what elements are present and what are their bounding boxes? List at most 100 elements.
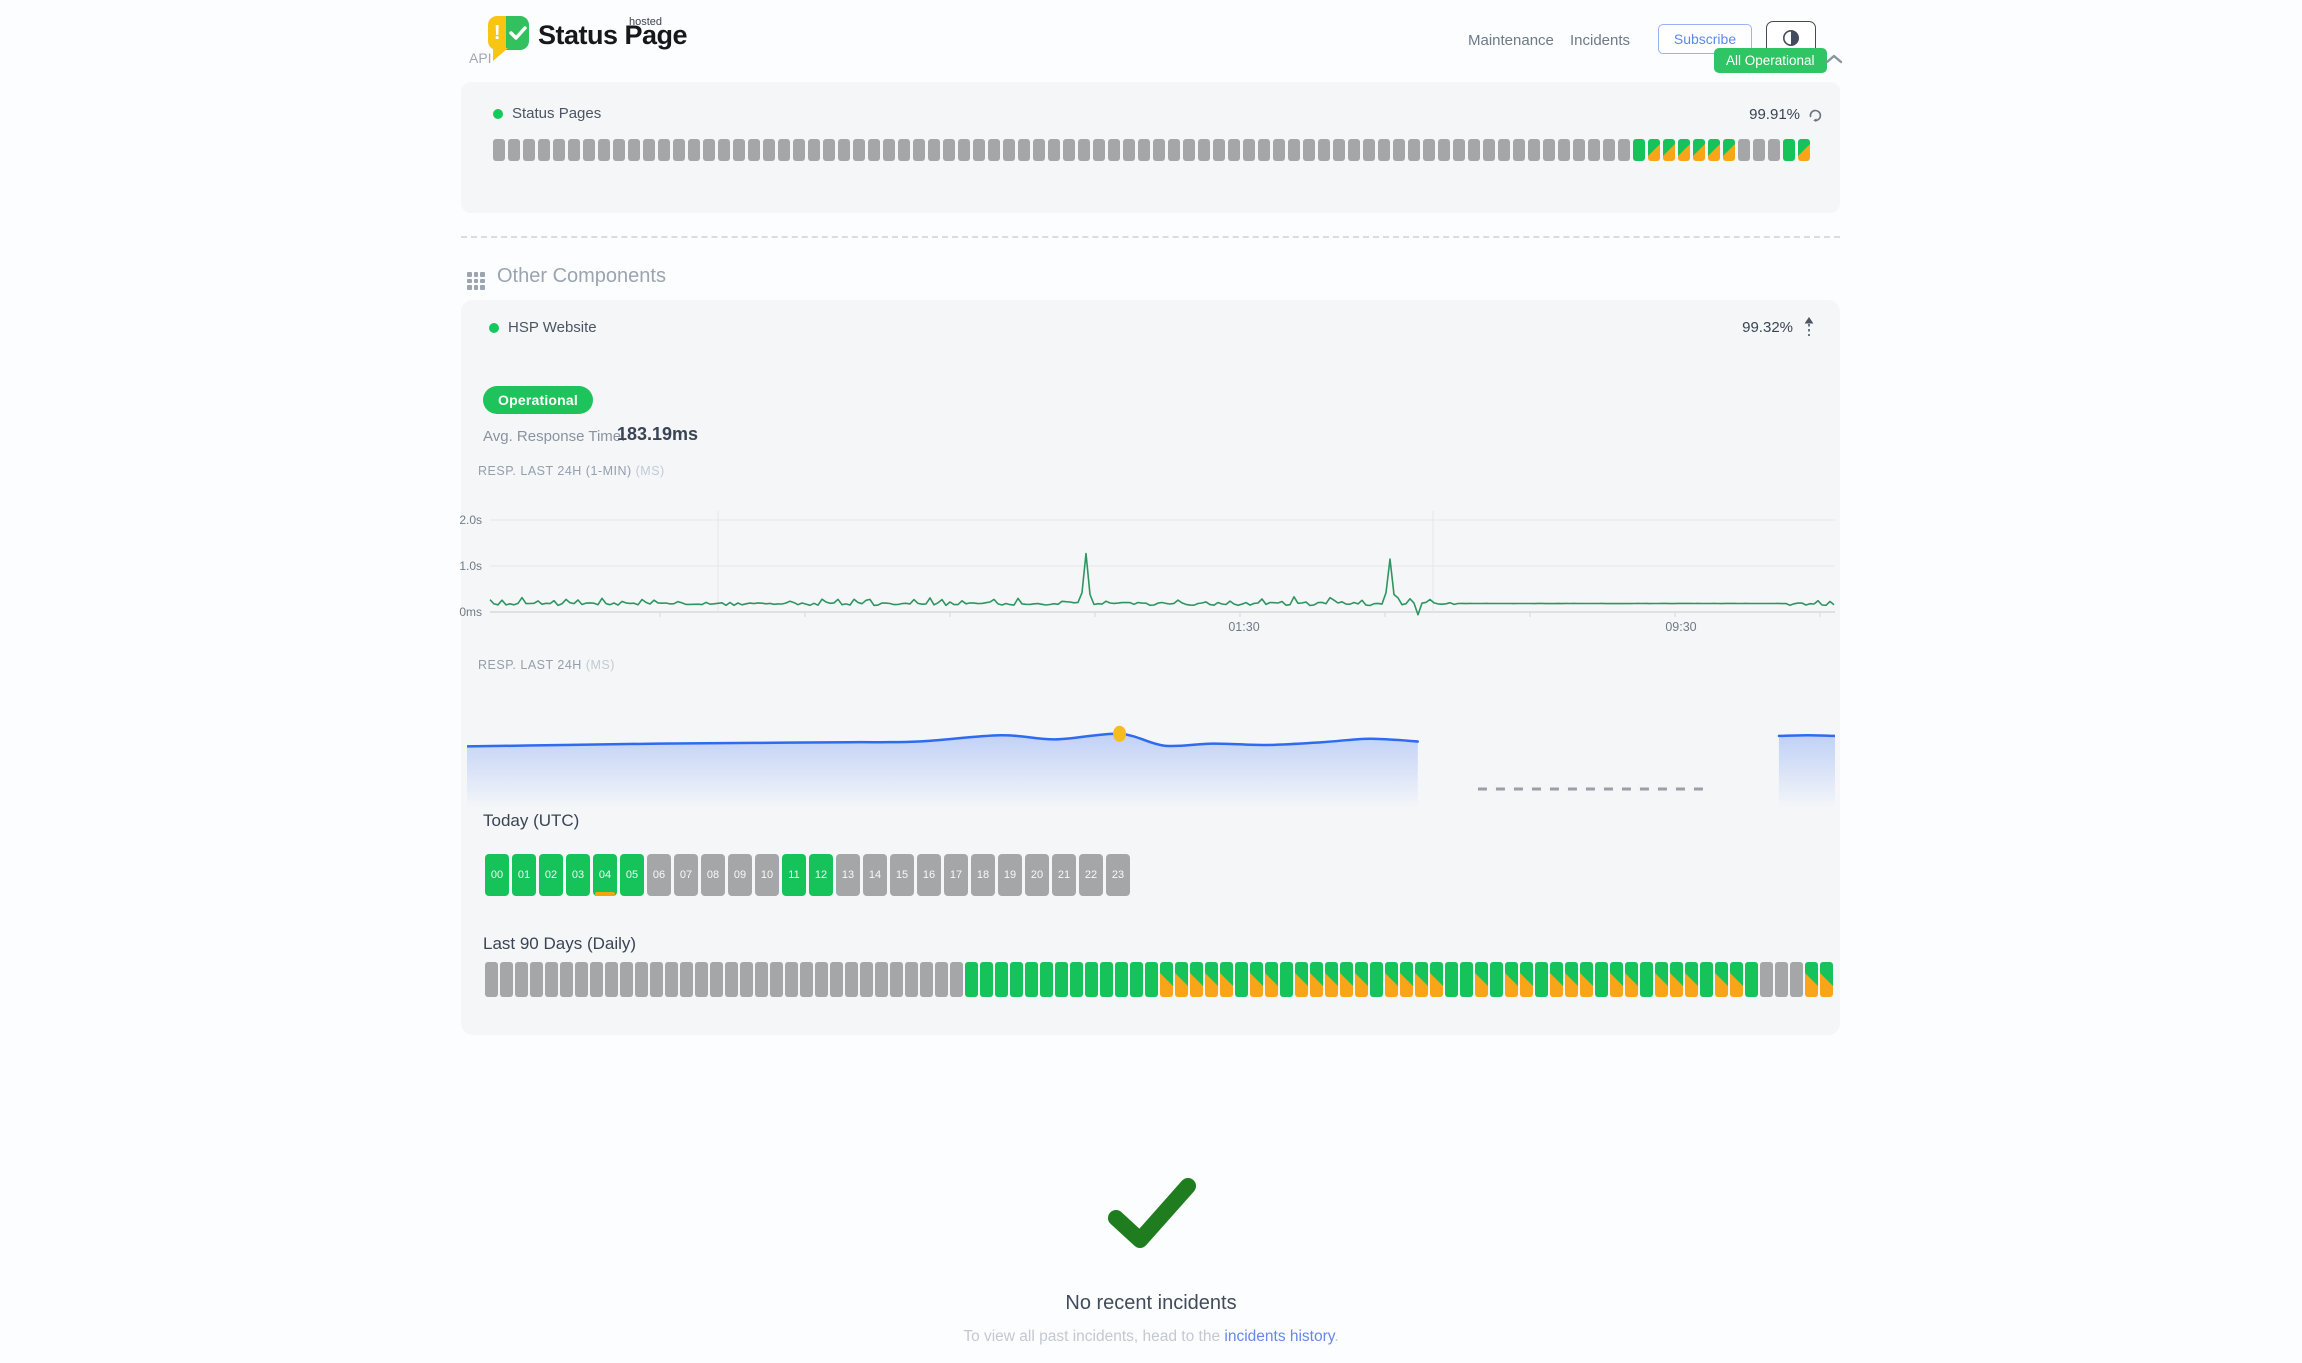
collapse-chevron-up-icon[interactable]	[1824, 52, 1844, 71]
uptime-bar	[1055, 962, 1068, 997]
uptime-bar	[868, 139, 880, 161]
no-recent-incidents-title: No recent incidents	[0, 1292, 2302, 1315]
uptime-bar	[605, 962, 618, 997]
hour-box-12: 12	[809, 854, 833, 896]
uptime-bar	[1468, 139, 1480, 161]
uptime-bar	[1288, 139, 1300, 161]
uptime-bar	[1723, 139, 1735, 161]
uptime-bar	[860, 962, 873, 997]
uptime-bar	[1130, 962, 1143, 997]
uptime-bar	[755, 962, 768, 997]
uptime-bar	[838, 139, 850, 161]
uptime-bar	[1408, 139, 1420, 161]
uptime-bar	[1190, 962, 1203, 997]
uptime-bar	[1438, 139, 1450, 161]
uptime-bar	[1708, 139, 1720, 161]
uptime-bar	[1123, 139, 1135, 161]
uptime-bar	[1580, 962, 1593, 997]
uptime-bar	[1678, 139, 1690, 161]
hour-box-08: 08	[701, 854, 725, 896]
hour-box-16: 16	[917, 854, 941, 896]
hour-box-14: 14	[863, 854, 887, 896]
uptime-bar	[1070, 962, 1083, 997]
uptime-bar	[1115, 962, 1128, 997]
hour-box-21: 21	[1052, 854, 1076, 896]
hour-box-05: 05	[620, 854, 644, 896]
uptime-bar	[740, 962, 753, 997]
uptime-bar	[568, 139, 580, 161]
uptime-bar	[665, 962, 678, 997]
avg-response-label: Avg. Response Time:	[483, 428, 625, 445]
uptime-bar	[1640, 962, 1653, 997]
chart2-title-text: RESP. LAST 24H	[478, 658, 582, 672]
uptime-bar	[1235, 962, 1248, 997]
uptime-bar	[958, 139, 970, 161]
uptime-bar	[845, 962, 858, 997]
uptime-bar	[1265, 962, 1278, 997]
uptime-percent: 99.91%	[1700, 106, 1800, 123]
uptime-bar	[950, 962, 963, 997]
uptime-bar	[1243, 139, 1255, 161]
uptime-bar	[1318, 139, 1330, 161]
uptime-bar	[1063, 139, 1075, 161]
uptime-bar	[1730, 962, 1743, 997]
uptime-bar	[1573, 139, 1585, 161]
contrast-icon	[1782, 29, 1800, 47]
current-hour-marker	[595, 892, 615, 896]
status-dot-green	[493, 109, 503, 119]
uptime-bar	[1100, 962, 1113, 997]
uptime-bar	[613, 139, 625, 161]
uptime-bar	[1348, 139, 1360, 161]
uptime-bar	[485, 962, 498, 997]
refresh-icon[interactable]	[1808, 108, 1823, 128]
brand-superscript: hosted	[629, 16, 662, 28]
uptime-bar	[1550, 962, 1563, 997]
uptime-bar	[1798, 139, 1810, 161]
hour-box-19: 19	[998, 854, 1022, 896]
uptime-bar	[1273, 139, 1285, 161]
trend-up-arrow-icon	[1802, 317, 1816, 342]
uptime-bar	[1768, 139, 1780, 161]
uptime-bar	[553, 139, 565, 161]
uptime-bar	[703, 139, 715, 161]
response-time-line-chart: 0ms1.0s2.0s01:3009:30	[450, 505, 1840, 635]
brand-logo-icon: !	[488, 16, 529, 50]
uptime-bar	[898, 139, 910, 161]
hour-box-10: 10	[755, 854, 779, 896]
uptime-bar	[1700, 962, 1713, 997]
uptime-bar	[1610, 962, 1623, 997]
uptime-bar	[1040, 962, 1053, 997]
uptime-bar	[883, 139, 895, 161]
hour-box-09: 09	[728, 854, 752, 896]
uptime-bar	[695, 962, 708, 997]
nav-incidents[interactable]: Incidents	[1570, 32, 1630, 49]
all-operational-badge[interactable]: All Operational	[1714, 48, 1827, 73]
uptime-bar	[1535, 962, 1548, 997]
hour-box-00: 00	[485, 854, 509, 896]
uptime-bar	[598, 139, 610, 161]
chart1-title: RESP. LAST 24H (1-MIN) (MS)	[478, 464, 665, 478]
uptime-bar	[853, 139, 865, 161]
uptime-bar	[808, 139, 820, 161]
grid-icon	[467, 272, 485, 290]
nav-maintenance[interactable]: Maintenance	[1468, 32, 1554, 49]
uptime-bar	[1228, 139, 1240, 161]
uptime-bar	[973, 139, 985, 161]
uptime-bar	[1333, 139, 1345, 161]
uptime-bar	[1655, 962, 1668, 997]
uptime-bar	[1520, 962, 1533, 997]
uptime-bar	[718, 139, 730, 161]
hour-box-18: 18	[971, 854, 995, 896]
uptime-bar	[620, 962, 633, 997]
uptime-bar	[778, 139, 790, 161]
uptime-bar	[748, 139, 760, 161]
uptime-bar	[1745, 962, 1758, 997]
uptime-bar	[583, 139, 595, 161]
chart1-unit: (MS)	[636, 464, 665, 478]
hour-box-23: 23	[1106, 854, 1130, 896]
uptime-bar	[1603, 139, 1615, 161]
incidents-history-link[interactable]: incidents history	[1224, 1328, 1334, 1345]
uptime-bar	[1093, 139, 1105, 161]
uptime-bar	[515, 962, 528, 997]
uptime-bar	[1153, 139, 1165, 161]
